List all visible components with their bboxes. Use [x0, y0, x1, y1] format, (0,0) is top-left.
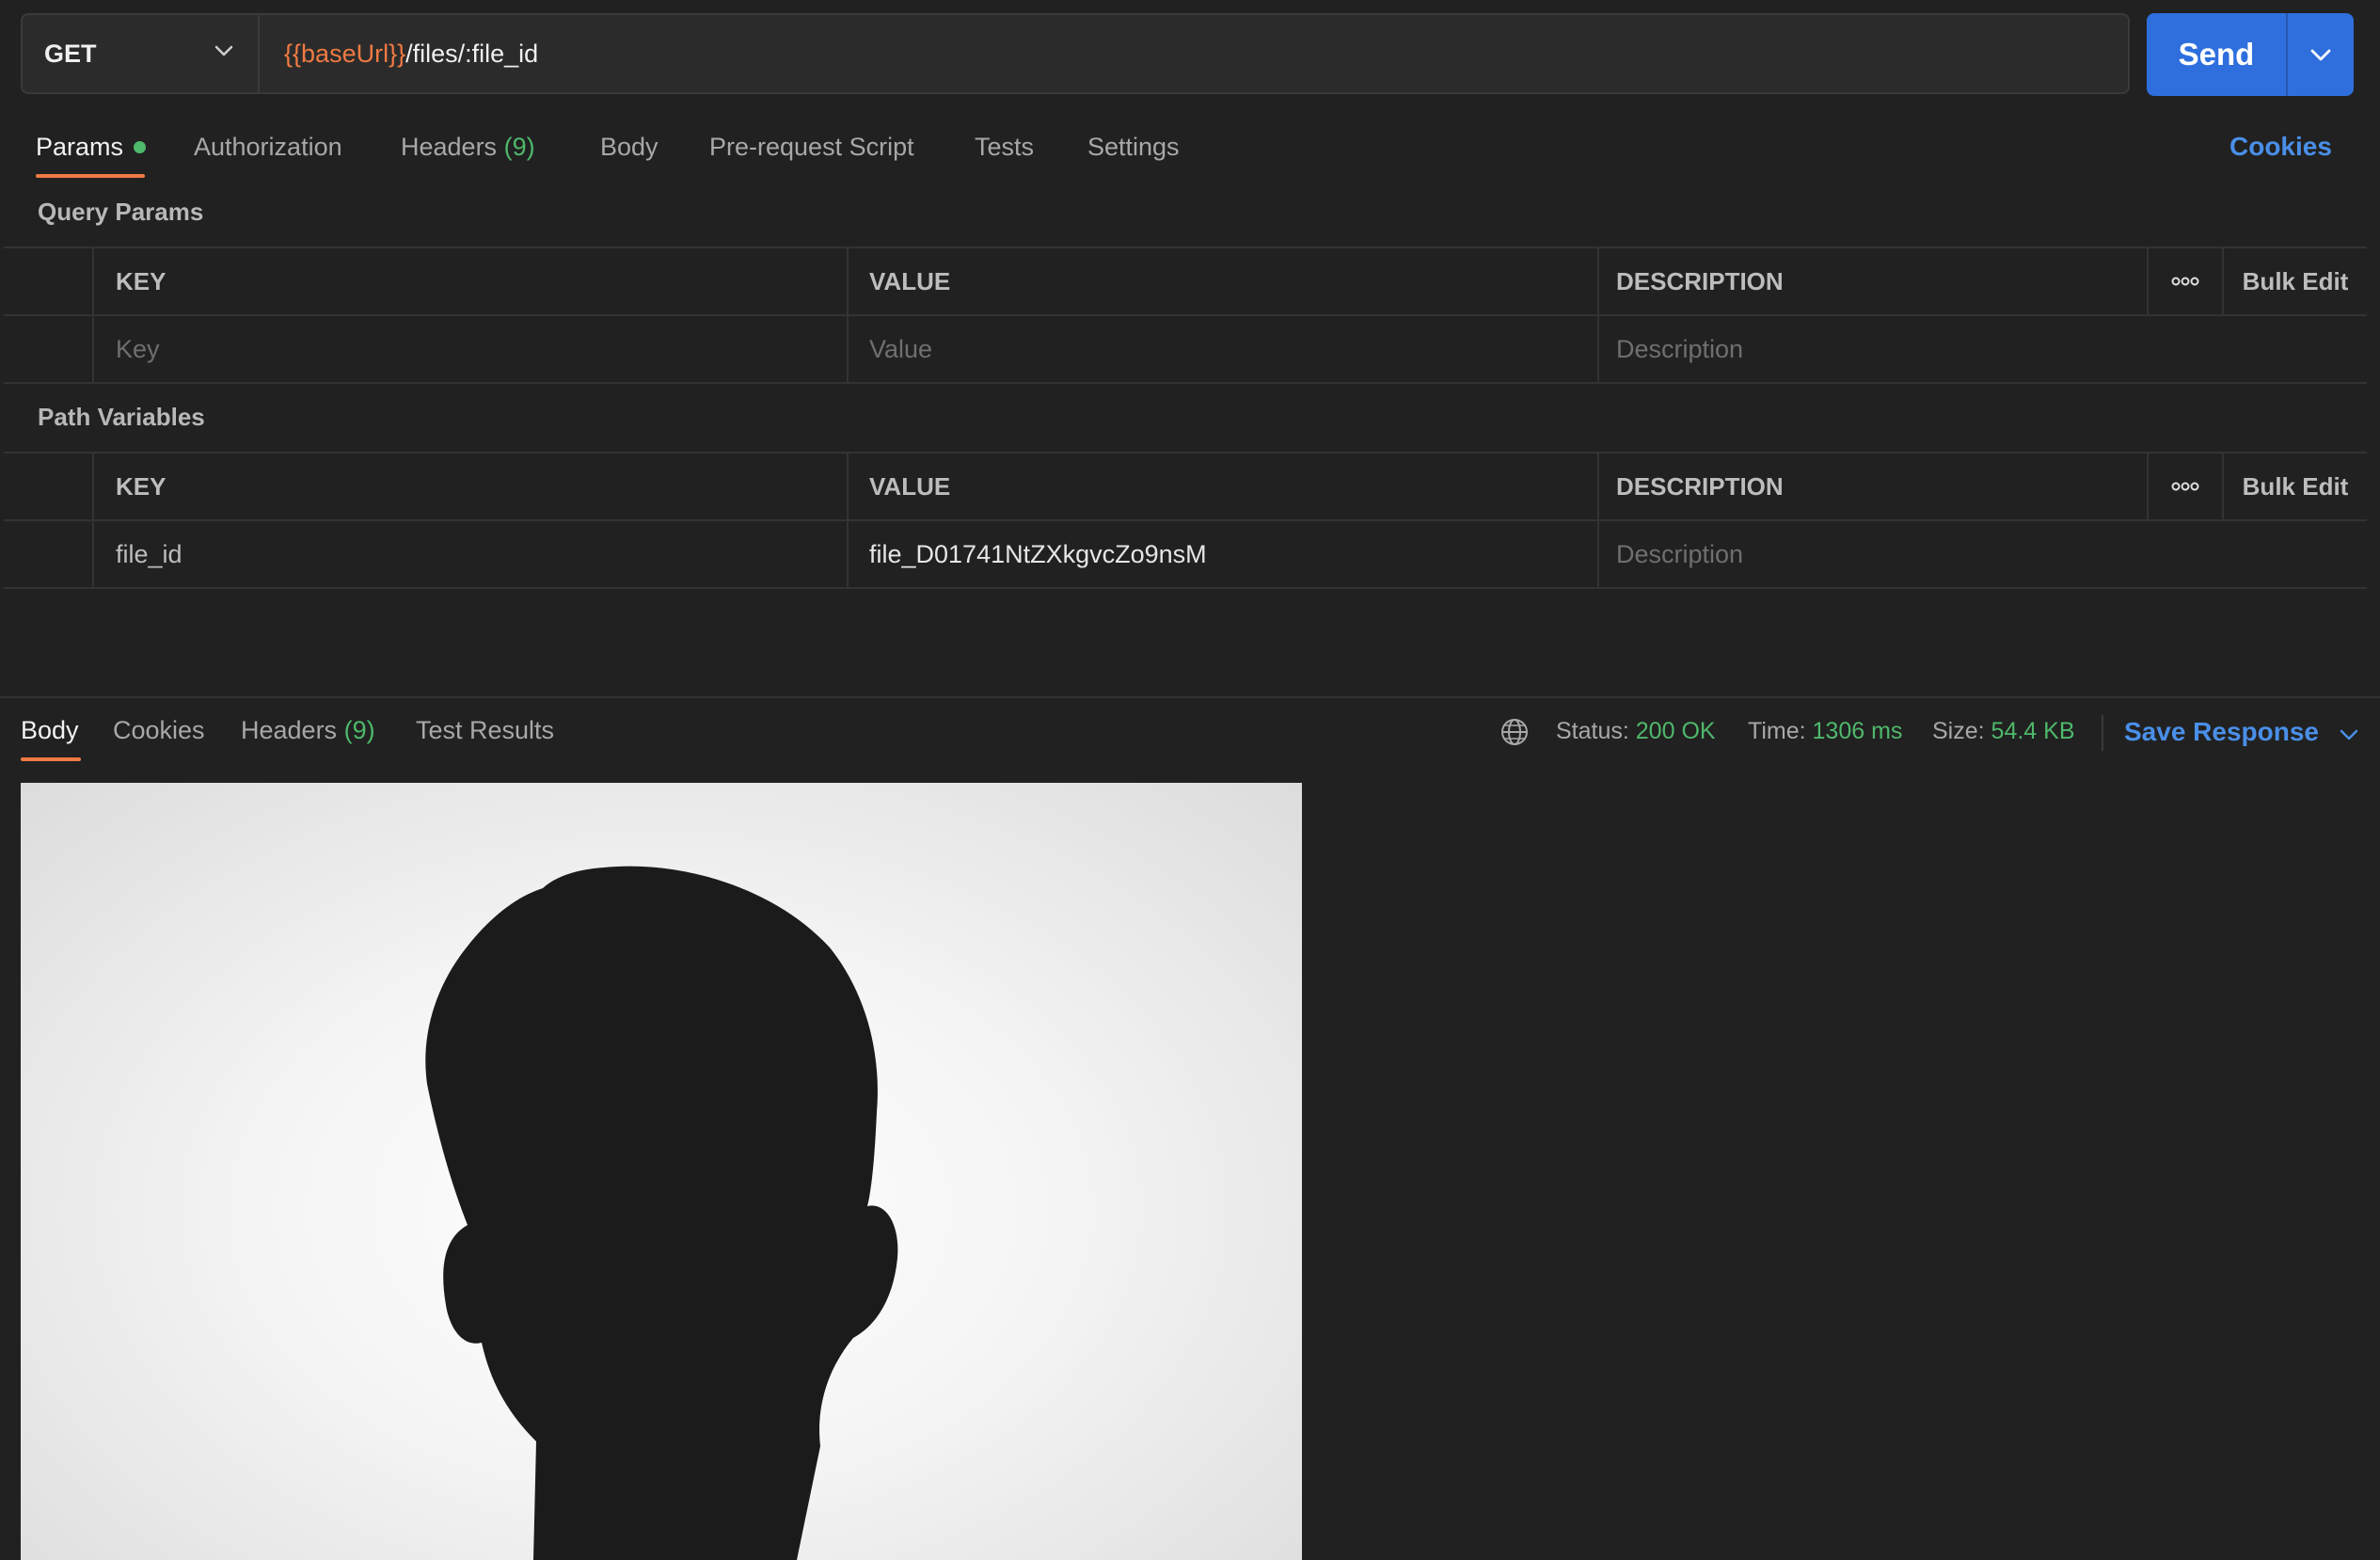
tab-headers[interactable]: Headers (9): [401, 130, 535, 164]
path-variable-value-input[interactable]: file_D01741NtZXkgvcZo9nsM: [849, 521, 1599, 587]
description-column-header: DESCRIPTION: [1599, 248, 2149, 314]
response-tab-cookies[interactable]: Cookies: [113, 713, 205, 747]
method-label: GET: [44, 39, 97, 68]
query-params-table: KEY VALUE DESCRIPTION Bulk Edit Key Valu…: [4, 247, 2367, 384]
tab-tests[interactable]: Tests: [975, 130, 1034, 164]
url-variable: {{baseUrl}}: [284, 39, 406, 68]
save-response-label: Save Response: [2124, 717, 2319, 746]
key-column-header: KEY: [94, 248, 849, 314]
response-image-preview: [21, 783, 1302, 1560]
tab-headers-count: (9): [503, 133, 535, 161]
time-value: 1306 ms: [1812, 718, 1903, 744]
path-variable-key: file_id: [94, 521, 849, 587]
response-tab-body-underline: [21, 757, 81, 761]
more-options-button[interactable]: [2149, 248, 2224, 314]
url-path: /files/:file_id: [405, 39, 539, 68]
more-options-button[interactable]: [2149, 454, 2224, 519]
more-options-icon: [2171, 482, 2199, 491]
send-options-button[interactable]: [2288, 13, 2354, 96]
tab-prerequest-script[interactable]: Pre-request Script: [709, 130, 914, 164]
value-input[interactable]: Value: [849, 316, 1599, 382]
path-variables-table: KEY VALUE DESCRIPTION Bulk Edit file_id …: [4, 452, 2367, 589]
person-silhouette-image: [425, 866, 898, 1560]
bulk-edit-button[interactable]: Bulk Edit: [2224, 248, 2367, 314]
response-tab-test-results[interactable]: Test Results: [416, 713, 554, 747]
response-size[interactable]: Size: 54.4 KB: [1932, 715, 2075, 747]
response-tab-headers-count: (9): [343, 716, 375, 744]
response-time[interactable]: Time: 1306 ms: [1748, 715, 1902, 747]
description-input[interactable]: Description: [1599, 521, 2367, 587]
save-response-button[interactable]: Save Response: [2124, 715, 2358, 749]
tab-authorization[interactable]: Authorization: [194, 130, 342, 164]
value-column-header: VALUE: [849, 248, 1599, 314]
status-label: Status:: [1556, 718, 1629, 744]
bulk-edit-button[interactable]: Bulk Edit: [2224, 454, 2367, 519]
more-options-icon: [2171, 277, 2199, 286]
table-row: Key Value Description: [4, 316, 2367, 384]
globe-icon[interactable]: [1499, 717, 1530, 747]
response-tab-body[interactable]: Body: [21, 713, 79, 747]
value-column-header: VALUE: [849, 454, 1599, 519]
size-label: Size:: [1932, 718, 1985, 744]
chevron-down-icon: [2340, 729, 2358, 740]
send-button-group[interactable]: Send: [2147, 13, 2354, 96]
method-select[interactable]: GET: [21, 13, 258, 94]
row-checkbox-cell: [4, 316, 94, 382]
response-tab-headers[interactable]: Headers (9): [241, 713, 375, 747]
checkbox-column-header: [4, 454, 94, 519]
send-button[interactable]: Send: [2147, 13, 2286, 96]
chevron-down-icon: [2310, 49, 2331, 60]
tab-headers-label: Headers: [401, 133, 498, 161]
chevron-down-icon: [214, 45, 233, 56]
key-column-header: KEY: [94, 454, 849, 519]
params-active-dot: [134, 141, 146, 153]
tab-params-underline: [36, 174, 145, 178]
status-value: 200 OK: [1635, 718, 1716, 744]
cookies-link[interactable]: Cookies: [2229, 130, 2332, 164]
response-tab-headers-label: Headers: [241, 716, 338, 744]
size-value: 54.4 KB: [1991, 718, 2075, 744]
checkbox-column-header: [4, 248, 94, 314]
response-divider[interactable]: [0, 696, 2380, 698]
tab-body[interactable]: Body: [600, 130, 658, 164]
meta-separator: [2102, 715, 2103, 751]
query-params-title: Query Params: [38, 198, 204, 226]
url-input[interactable]: {{baseUrl}}/files/:file_id: [258, 13, 2130, 94]
time-label: Time:: [1748, 718, 1806, 744]
description-column-header: DESCRIPTION: [1599, 454, 2149, 519]
table-row: file_id file_D01741NtZXkgvcZo9nsM Descri…: [4, 521, 2367, 589]
response-status[interactable]: Status: 200 OK: [1556, 715, 1716, 747]
tab-settings[interactable]: Settings: [1087, 130, 1180, 164]
path-variables-title: Path Variables: [38, 403, 205, 431]
row-checkbox-cell: [4, 521, 94, 587]
description-input[interactable]: Description: [1599, 316, 2367, 382]
tab-params-label: Params: [36, 133, 124, 161]
key-input[interactable]: Key: [94, 316, 849, 382]
table-header-row: KEY VALUE DESCRIPTION Bulk Edit: [4, 248, 2367, 316]
tab-params[interactable]: Params: [36, 130, 123, 164]
table-header-row: KEY VALUE DESCRIPTION Bulk Edit: [4, 454, 2367, 521]
